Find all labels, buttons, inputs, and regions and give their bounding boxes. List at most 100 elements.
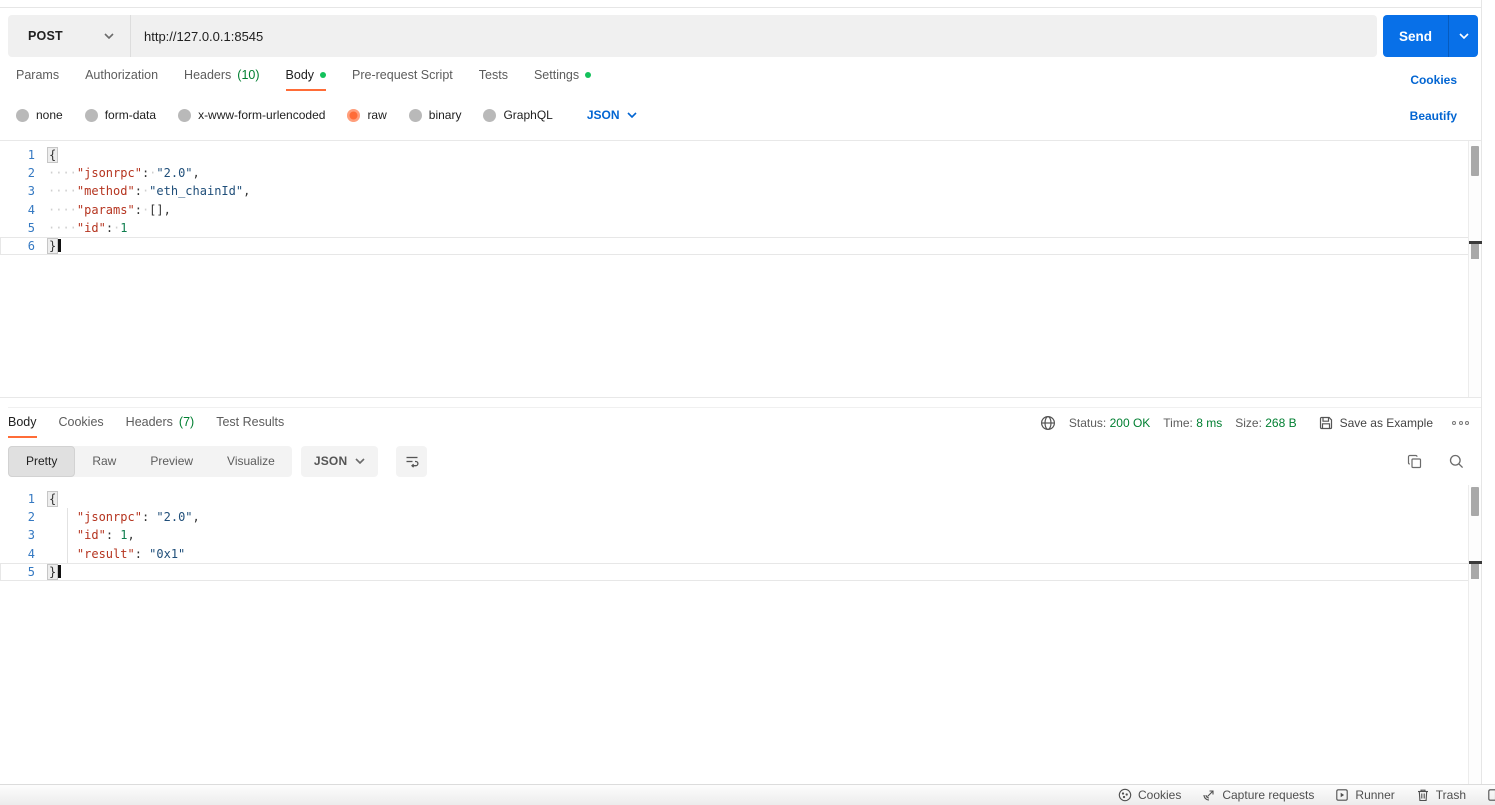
language-label: JSON (586, 108, 620, 122)
copy-icon[interactable] (1406, 453, 1423, 470)
code-token-sp (48, 547, 77, 561)
response-tabs: Body Cookies Headers (7) Test Results (8, 415, 284, 438)
modified-dot (320, 72, 327, 78)
response-editor-scrollbar[interactable] (1468, 485, 1482, 784)
view-visualize[interactable]: Visualize (210, 446, 292, 477)
tab-tests[interactable]: Tests (479, 68, 508, 91)
request-cookies-link[interactable]: Cookies (1410, 73, 1457, 87)
code-line[interactable]: 4 ····"params":·[], (0, 201, 1481, 219)
code-line[interactable]: 1{ (0, 146, 1481, 164)
code-token-ws: ···· (48, 184, 77, 199)
scrollbar-thumb[interactable] (1471, 146, 1479, 176)
line-number: 4 (27, 546, 35, 561)
code-token-pun: , (192, 166, 200, 181)
response-tab-test-results[interactable]: Test Results (216, 415, 284, 438)
radio-label: GraphQL (503, 108, 553, 122)
tab-headers[interactable]: Headers (10) (184, 68, 259, 91)
time-label: Time: (1163, 416, 1193, 430)
code-line[interactable]: 2 "jsonrpc": "2.0", (0, 508, 1481, 526)
save-as-example-button[interactable]: Save as Example (1318, 415, 1433, 431)
url-input[interactable]: http://127.0.0.1:8545 (131, 15, 1377, 57)
code-text: ····"method":·"eth_chainId", (48, 182, 250, 200)
scrollbar-thumb[interactable] (1471, 487, 1479, 516)
code-token-str: "2.0" (156, 510, 193, 525)
code-line[interactable]: 5 ····"id":·1 (0, 219, 1481, 237)
code-line[interactable]: 5} (0, 563, 1481, 581)
save-icon (1318, 415, 1334, 431)
language-label: JSON (313, 454, 348, 468)
line-number: 3 (27, 184, 35, 199)
code-token-pun: : (134, 184, 142, 199)
send-options-button[interactable] (1449, 15, 1478, 57)
wrap-lines-button[interactable] (396, 445, 428, 477)
response-tools (1406, 453, 1481, 470)
code-token-key: "method" (76, 184, 135, 199)
view-raw[interactable]: Raw (75, 446, 133, 477)
response-view-switch: Pretty Raw Preview Visualize (8, 445, 292, 477)
radio-label: x-www-form-urlencoded (198, 108, 326, 122)
statusbar-trash[interactable]: Trash (1416, 788, 1466, 802)
tab-body[interactable]: Body (285, 68, 327, 91)
more-actions-icon[interactable] (1452, 421, 1469, 425)
line-number: 1 (27, 492, 35, 506)
request-body-editor[interactable]: 1{2 ····"jsonrpc":·"2.0", 3 ····"method":·"… (0, 140, 1482, 398)
response-tab-body[interactable]: Body (8, 415, 37, 438)
search-icon[interactable] (1448, 453, 1465, 470)
statusbar-cookies[interactable]: Cookies (1118, 788, 1181, 802)
wrap-lines-icon (404, 453, 420, 469)
method-select[interactable]: POST (8, 15, 131, 57)
chevron-down-icon (355, 458, 365, 464)
code-token-cursor (58, 238, 61, 252)
body-language-select[interactable]: JSON (587, 108, 637, 122)
statusbar-panel-toggle[interactable] (1487, 788, 1495, 802)
code-text: ····"id":·1 (48, 219, 128, 237)
response-tab-cookies[interactable]: Cookies (59, 415, 104, 438)
status-label: Status: (1068, 416, 1107, 430)
globe-icon[interactable] (1040, 415, 1056, 431)
code-line[interactable]: 3 "id": 1, (0, 526, 1481, 544)
statusbar-capture-requests[interactable]: Capture requests (1202, 788, 1314, 802)
cursor-overview-marker (1471, 244, 1479, 259)
radio-graphql[interactable]: GraphQL (483, 108, 553, 122)
code-line[interactable]: 6} (0, 237, 1481, 255)
radio-none[interactable]: none (16, 108, 63, 122)
radio-binary[interactable]: binary (408, 108, 462, 122)
code-line[interactable]: 2 ····"jsonrpc":·"2.0", (0, 164, 1481, 182)
line-number: 4 (27, 202, 35, 217)
radio-form-data[interactable]: form-data (84, 108, 156, 122)
url-value: http://127.0.0.1:8545 (144, 28, 264, 44)
view-pretty[interactable]: Pretty (8, 445, 76, 477)
line-number: 2 (27, 510, 35, 525)
code-token-sp (48, 510, 77, 524)
code-token-cursor (58, 564, 61, 578)
response-language-select[interactable]: JSON (300, 445, 379, 477)
response-meta: Status: 200 OK Time: 8 ms Size: 268 B Sa… (1040, 415, 1481, 431)
code-token-key: "id" (76, 528, 106, 543)
tab-params[interactable]: Params (16, 68, 59, 91)
code-line[interactable]: 3 ····"method":·"eth_chainId", (0, 182, 1481, 200)
radio-x-www-form-urlencoded[interactable]: x-www-form-urlencoded (178, 108, 325, 122)
radio-label: binary (428, 108, 462, 122)
code-line[interactable]: 1{ (0, 490, 1481, 508)
radio-circle (84, 108, 98, 122)
tab-label: Headers (184, 68, 232, 82)
response-tab-headers[interactable]: Headers (7) (126, 415, 195, 438)
radio-raw[interactable]: raw (347, 108, 387, 122)
tab-pre-request-script[interactable]: Pre-request Script (352, 68, 453, 91)
tab-label: Pre-request Script (352, 68, 453, 82)
code-token-ws: ···· (48, 220, 77, 235)
request-editor-scrollbar[interactable] (1468, 141, 1482, 397)
status-field: Status: 200 OK (1069, 416, 1150, 430)
modified-dot (585, 72, 592, 78)
code-text: ····"params":·[], (48, 201, 171, 219)
code-text: { (46, 146, 59, 164)
statusbar-runner[interactable]: Runner (1335, 788, 1395, 802)
size-label: Size: (1235, 416, 1262, 430)
tab-authorization[interactable]: Authorization (85, 68, 158, 91)
view-preview[interactable]: Preview (133, 446, 210, 477)
response-body-editor[interactable]: 1{2 "jsonrpc": "2.0", 3 "id": 1, 4 "result… (0, 485, 1482, 784)
code-line[interactable]: 4 "result": "0x1" (0, 545, 1481, 563)
beautify-link[interactable]: Beautify (1410, 109, 1457, 123)
tab-settings[interactable]: Settings (534, 68, 592, 91)
send-button[interactable]: Send (1383, 15, 1478, 57)
